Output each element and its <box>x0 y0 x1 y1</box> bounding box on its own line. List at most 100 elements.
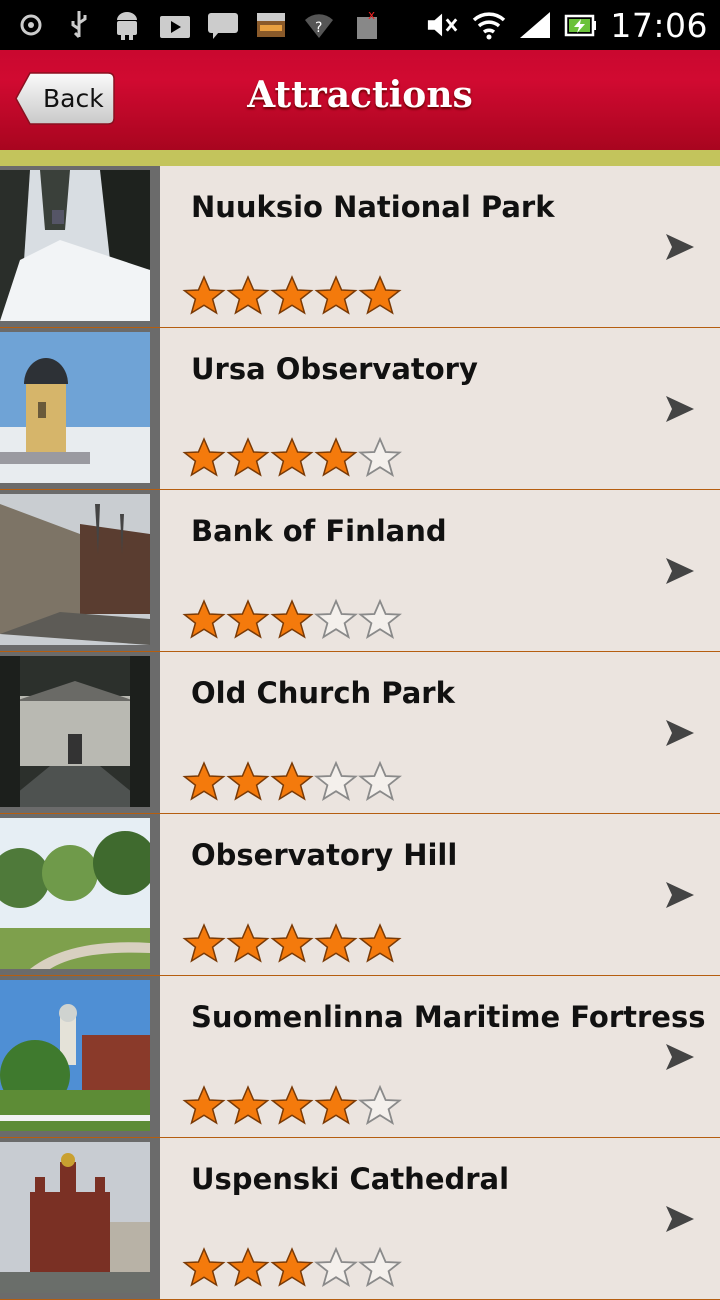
star-filled-icon <box>358 923 402 963</box>
mute-icon <box>426 8 460 42</box>
rating-stars <box>182 1084 402 1128</box>
star-empty-icon <box>358 760 402 801</box>
chat-icon <box>206 8 240 42</box>
clock: 17:06 <box>610 5 708 45</box>
thumbnail-image <box>0 980 150 1131</box>
star-filled-icon <box>270 1247 314 1287</box>
page-title: Attractions <box>247 74 473 116</box>
signal-icon <box>518 8 552 42</box>
status-bar: ? x 17:06 <box>0 0 720 50</box>
star-filled-icon <box>314 1085 358 1125</box>
thumbnail-image <box>0 1142 150 1293</box>
play-store-icon <box>158 8 192 42</box>
star-filled-icon <box>226 1247 270 1287</box>
wifi-question-icon: ? <box>302 8 336 42</box>
chevron-right-icon <box>666 558 694 584</box>
star-filled-icon <box>270 761 314 801</box>
thumbnail-image <box>0 332 150 483</box>
usb-icon <box>62 8 96 42</box>
star-filled-icon <box>182 437 226 477</box>
rating-stars <box>182 922 402 966</box>
thumbnail-image <box>0 170 150 321</box>
star-filled-icon <box>314 437 358 477</box>
rating-stars <box>182 598 402 642</box>
attraction-name: Uspenski Cathedral <box>191 1162 510 1196</box>
list-item[interactable]: Nuuksio National Park <box>0 166 720 328</box>
thumbnail-frame <box>0 490 160 651</box>
attractions-list: Nuuksio National Park Ursa Observatory B… <box>0 166 720 1300</box>
star-filled-icon <box>226 275 270 315</box>
star-filled-icon <box>226 923 270 963</box>
title-bar: Back Attractions <box>0 50 720 150</box>
list-item[interactable]: Bank of Finland <box>0 490 720 652</box>
chevron-right-icon <box>666 234 694 260</box>
thumbnail-frame <box>0 814 160 975</box>
star-filled-icon <box>182 1247 226 1287</box>
attraction-name: Bank of Finland <box>191 514 447 548</box>
chevron-right-icon <box>666 396 694 422</box>
rating-stars <box>182 274 402 318</box>
system-icons: 17:06 <box>426 0 708 50</box>
star-filled-icon <box>314 923 358 963</box>
thumbnail-frame <box>0 328 160 489</box>
notification-icons: ? x <box>14 0 384 50</box>
list-item[interactable]: Suomenlinna Maritime Fortress <box>0 976 720 1138</box>
star-filled-icon <box>226 437 270 477</box>
star-empty-icon <box>358 436 402 477</box>
star-filled-icon <box>182 761 226 801</box>
star-filled-icon <box>226 761 270 801</box>
svg-text:x: x <box>368 9 375 22</box>
attraction-name: Observatory Hill <box>191 838 458 872</box>
wifi-icon <box>472 8 506 42</box>
list-item[interactable]: Old Church Park <box>0 652 720 814</box>
star-empty-icon <box>358 1246 402 1287</box>
rating-stars <box>182 1246 402 1290</box>
star-filled-icon <box>270 599 314 639</box>
star-empty-icon <box>358 598 402 639</box>
rating-stars <box>182 760 402 804</box>
battery-charging-icon <box>564 8 598 42</box>
chevron-right-icon <box>666 1044 694 1070</box>
star-empty-icon <box>314 1246 358 1287</box>
back-button-label: Back <box>43 84 104 113</box>
star-empty-icon <box>358 1084 402 1125</box>
rating-stars <box>182 436 402 480</box>
thumbnail-image <box>0 656 150 807</box>
accent-divider <box>0 150 720 166</box>
star-filled-icon <box>270 437 314 477</box>
star-filled-icon <box>182 599 226 639</box>
svg-text:?: ? <box>315 20 322 36</box>
star-filled-icon <box>314 275 358 315</box>
chevron-right-icon <box>666 882 694 908</box>
sim-error-icon: x <box>350 8 384 42</box>
chevron-right-icon <box>666 1206 694 1232</box>
chevron-right-icon <box>666 720 694 746</box>
amazon-icon <box>254 8 288 42</box>
thumbnail-frame <box>0 1138 160 1299</box>
gps-icon <box>14 8 48 42</box>
star-empty-icon <box>314 598 358 639</box>
attraction-name: Suomenlinna Maritime Fortress <box>191 1000 706 1034</box>
attraction-name: Ursa Observatory <box>191 352 478 386</box>
star-filled-icon <box>182 1085 226 1125</box>
star-filled-icon <box>270 1085 314 1125</box>
star-filled-icon <box>182 923 226 963</box>
thumbnail-frame <box>0 166 160 327</box>
list-item[interactable]: Observatory Hill <box>0 814 720 976</box>
attraction-name: Nuuksio National Park <box>191 190 555 224</box>
star-filled-icon <box>226 1085 270 1125</box>
star-empty-icon <box>314 760 358 801</box>
star-filled-icon <box>182 275 226 315</box>
android-icon <box>110 8 144 42</box>
thumbnail-image <box>0 494 150 645</box>
thumbnail-frame <box>0 652 160 813</box>
star-filled-icon <box>358 275 402 315</box>
star-filled-icon <box>226 599 270 639</box>
star-filled-icon <box>270 923 314 963</box>
list-item[interactable]: Ursa Observatory <box>0 328 720 490</box>
attraction-name: Old Church Park <box>191 676 455 710</box>
star-filled-icon <box>270 275 314 315</box>
thumbnail-frame <box>0 976 160 1137</box>
list-item[interactable]: Uspenski Cathedral <box>0 1138 720 1300</box>
thumbnail-image <box>0 818 150 969</box>
